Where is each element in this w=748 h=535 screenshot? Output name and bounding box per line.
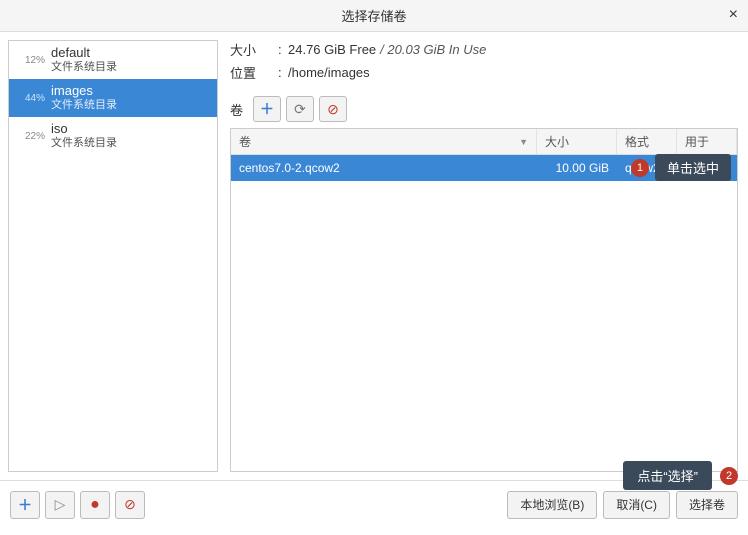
titlebar: 选择存储卷 × [0, 0, 748, 32]
pool-type: 文件系统目录 [51, 61, 117, 75]
volume-table: 卷 ▼ 大小 格式 用于 centos7.0-2.qcow2 10.00 GiB… [230, 128, 738, 472]
cell-size: 10.00 GiB [537, 161, 617, 175]
col-used[interactable]: 用于 [677, 129, 737, 154]
pool-name: default [51, 45, 117, 61]
col-format[interactable]: 格式 [617, 129, 677, 154]
cell-name: centos7.0-2.qcow2 [231, 161, 537, 175]
delete-pool-button[interactable]: ⊘ [115, 491, 145, 519]
volume-toolbar-row: 卷 ＋ ⟳ ⊘ [230, 96, 738, 122]
main-area: 12% default 文件系统目录 44% images 文件系统目录 22%… [0, 32, 748, 480]
pool-pct: 44% [15, 93, 45, 104]
delete-volume-button[interactable]: ⊘ [319, 96, 347, 122]
stop-pool-button[interactable]: ● [80, 491, 110, 519]
pool-name: images [51, 83, 117, 99]
pool-name: iso [51, 121, 117, 137]
pool-pct: 22% [15, 131, 45, 142]
size-inuse: / 20.03 GiB In Use [380, 42, 486, 57]
pool-sidebar: 12% default 文件系统目录 44% images 文件系统目录 22%… [8, 40, 218, 472]
size-label: 大小 [230, 40, 278, 59]
refresh-button[interactable]: ⟳ [286, 96, 314, 122]
window-title: 选择存储卷 [341, 6, 406, 25]
right-panel: 大小 : 24.76 GiB Free / 20.03 GiB In Use 位… [218, 32, 748, 480]
pool-item-images[interactable]: 44% images 文件系统目录 [9, 79, 217, 117]
pool-info: 大小 : 24.76 GiB Free / 20.03 GiB In Use 位… [230, 40, 738, 86]
pool-type: 文件系统目录 [51, 99, 117, 113]
table-row[interactable]: centos7.0-2.qcow2 10.00 GiB qcow2 [231, 155, 737, 181]
cell-fmt: qcow2 [617, 161, 677, 175]
add-volume-button[interactable]: ＋ [253, 96, 281, 122]
close-icon[interactable]: × [729, 6, 738, 24]
annot-text: 点击“选择” [623, 461, 712, 490]
cancel-button[interactable]: 取消(C) [603, 491, 670, 519]
annot-badge: 2 [720, 467, 738, 485]
volume-label: 卷 [230, 100, 243, 119]
pool-pct: 12% [15, 55, 45, 66]
browse-local-button[interactable]: 本地浏览(B) [507, 491, 597, 519]
add-pool-button[interactable]: ＋ [10, 491, 40, 519]
size-free: 24.76 GiB Free [288, 42, 376, 57]
footer: ＋ ▷ ● ⊘ 本地浏览(B) 取消(C) 选择卷 点击“选择” 2 [0, 480, 748, 528]
table-header: 卷 ▼ 大小 格式 用于 [231, 129, 737, 155]
pool-item-default[interactable]: 12% default 文件系统目录 [9, 41, 217, 79]
pool-type: 文件系统目录 [51, 137, 117, 151]
col-volume[interactable]: 卷 ▼ [231, 129, 537, 154]
pool-item-iso[interactable]: 22% iso 文件系统目录 [9, 117, 217, 155]
sort-desc-icon: ▼ [519, 137, 528, 147]
choose-volume-button[interactable]: 选择卷 [676, 491, 738, 519]
col-size[interactable]: 大小 [537, 129, 617, 154]
dialog-buttons: 本地浏览(B) 取消(C) 选择卷 [501, 491, 738, 519]
location-value: /home/images [288, 65, 370, 80]
annotation-2: 点击“选择” 2 [623, 461, 738, 490]
start-pool-button[interactable]: ▷ [45, 491, 75, 519]
pool-toolbar: ＋ ▷ ● ⊘ [10, 491, 150, 519]
location-label: 位置 [230, 63, 278, 82]
